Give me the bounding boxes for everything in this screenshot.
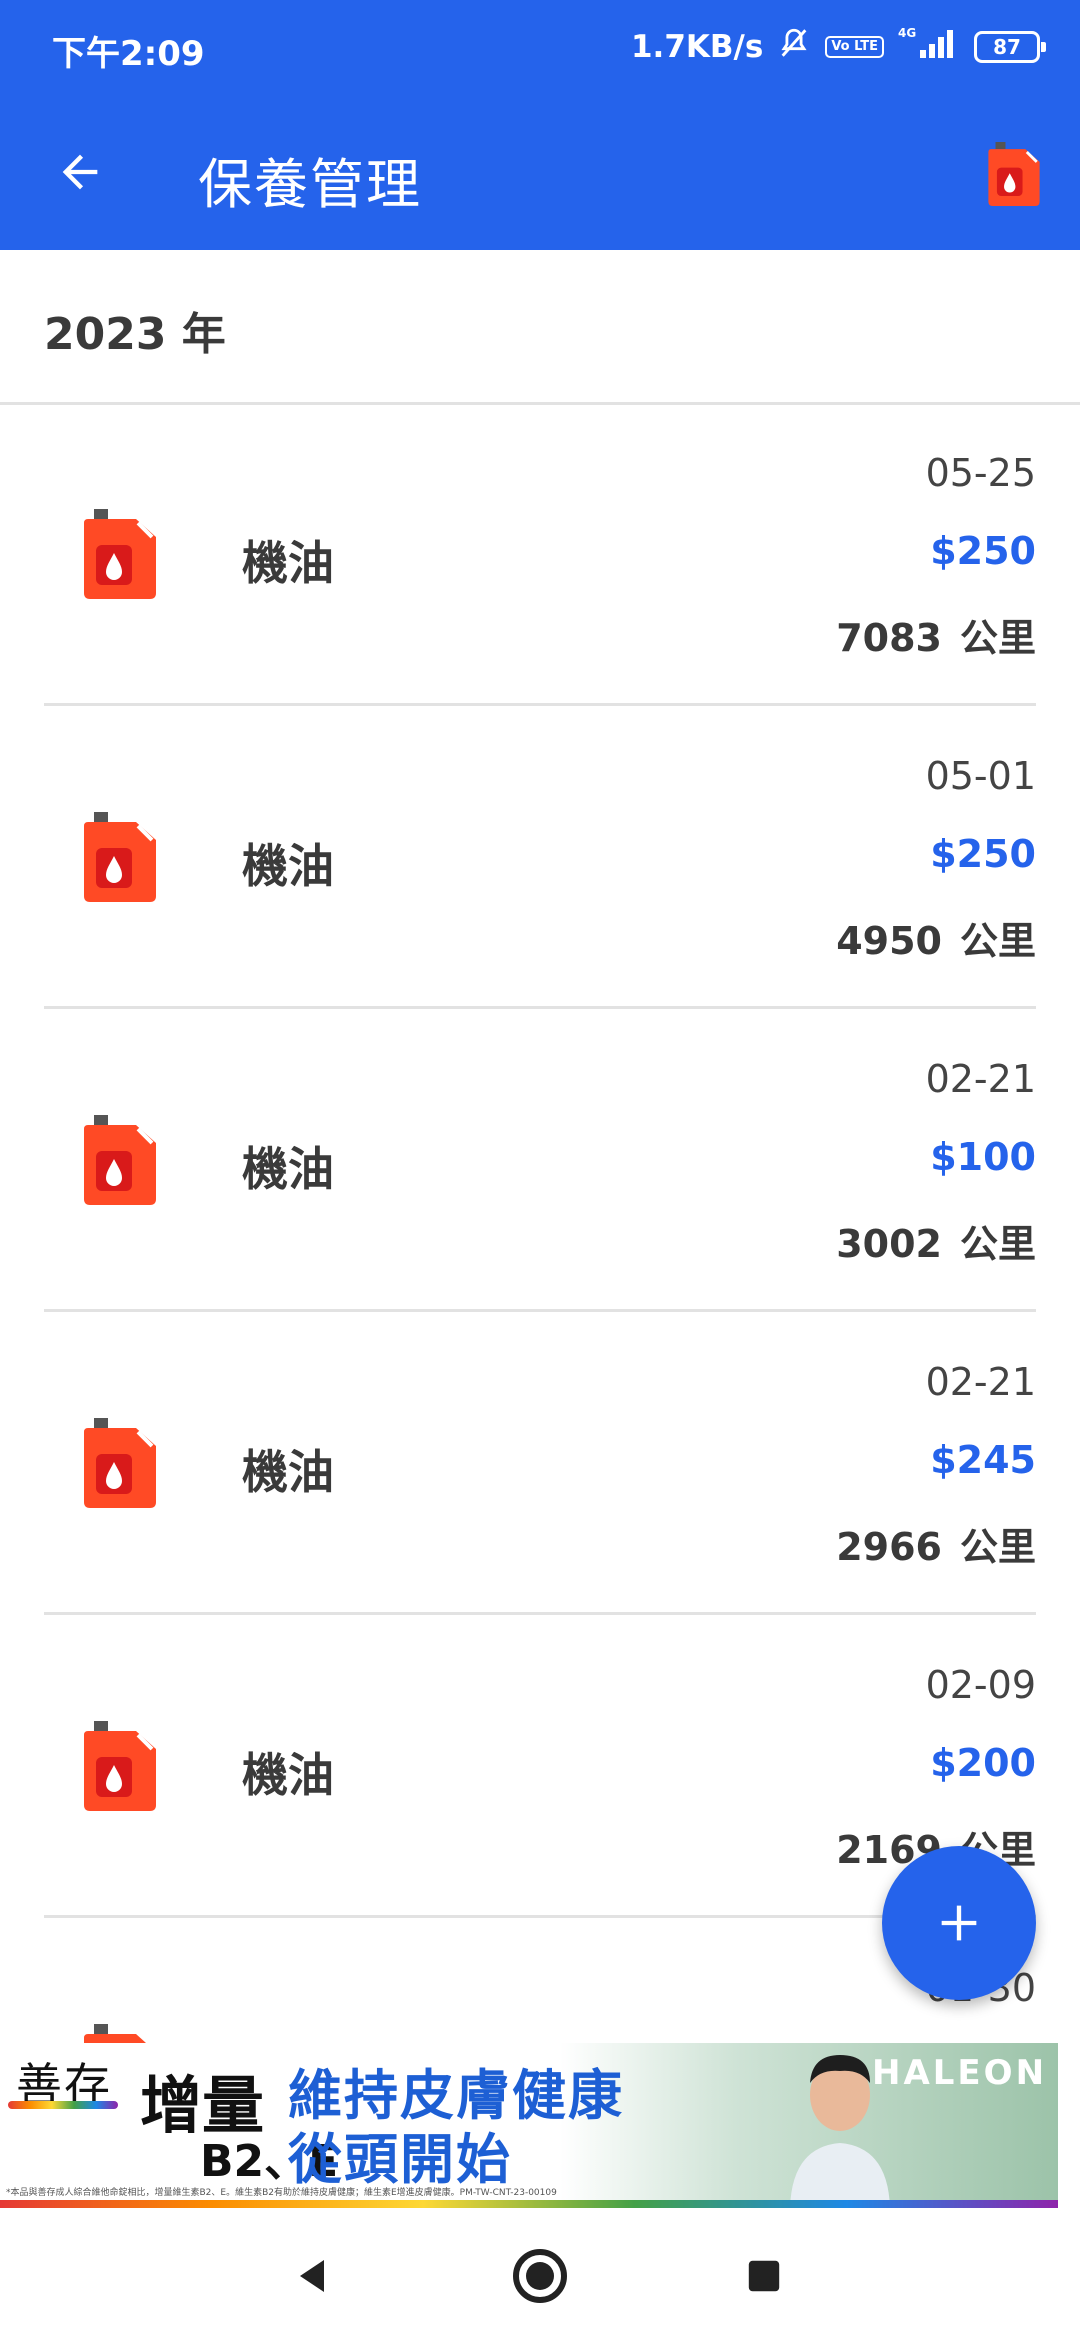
mute-bell-icon (777, 26, 811, 68)
mileage-value: 2966 (836, 1525, 942, 1569)
item-date: 05-25 (925, 451, 1036, 495)
item-cost: $250 (930, 529, 1036, 573)
status-time: 下午2:09 (52, 34, 205, 74)
mileage-value: 7083 (836, 616, 942, 660)
year-section-header: 2023 年 (0, 250, 1080, 405)
item-cost: $245 (930, 1438, 1036, 1482)
item-mileage: 7083 公里 (836, 607, 1036, 662)
item-date: 02-21 (925, 1057, 1036, 1101)
battery-icon: 87 (974, 31, 1046, 63)
mileage-unit: 公里 (959, 1222, 1036, 1266)
mileage-unit: 公里 (959, 919, 1036, 963)
list-item[interactable]: 機油 02-21 $245 2966 公里 (0, 1312, 1080, 1615)
item-name: 機油 (242, 1445, 334, 1499)
status-icons: 1.7KB/s Vo LTE 4G 87 (630, 26, 1046, 68)
item-date: 02-21 (925, 1360, 1036, 1404)
mileage-unit: 公里 (959, 616, 1036, 660)
page-title: 保養管理 (198, 153, 422, 216)
toolbar: 保養管理 (0, 96, 1080, 250)
mileage-value: 3002 (836, 1222, 942, 1266)
nav-back-button[interactable] (282, 2246, 342, 2306)
nav-recents-icon (748, 2260, 780, 2292)
ad-logo: HALEON (872, 2053, 1048, 2093)
nav-home-icon (513, 2249, 567, 2303)
app-bar: 下午2:09 1.7KB/s Vo LTE 4G 87 保養管理 (0, 0, 1080, 250)
mileage-value: 4950 (836, 919, 942, 963)
mileage-unit: 公里 (959, 1525, 1036, 1569)
item-mileage: 2966 公里 (836, 1516, 1036, 1571)
item-mileage: 4950 公里 (836, 910, 1036, 965)
system-nav-bar (0, 2208, 1080, 2340)
plus-icon (941, 1905, 977, 1941)
oil-can-icon (82, 1418, 158, 1508)
ad-fine-print: *本品與善存成人綜合維他命錠相比，增量維生素B2、E。維生素B2有助於維持皮膚健… (6, 2188, 557, 2198)
volte-icon: Vo LTE (825, 36, 884, 58)
item-date: 05-01 (925, 754, 1036, 798)
item-name: 機油 (242, 536, 334, 590)
list-item[interactable]: 機油 05-25 $250 7083 公里 (0, 403, 1080, 706)
oil-can-button[interactable] (984, 142, 1044, 206)
item-name: 機油 (242, 1142, 334, 1196)
net-speed: 1.7KB/s (630, 29, 764, 65)
item-cost: $250 (930, 832, 1036, 876)
nav-back-icon (300, 2260, 324, 2292)
ad-bottom-strip (0, 2200, 1058, 2208)
ad-rainbow-bar (8, 2101, 118, 2109)
svg-text:4G: 4G (898, 26, 916, 40)
oil-can-icon (82, 812, 158, 902)
arrow-left-icon (62, 154, 98, 190)
item-name: 機油 (242, 1748, 334, 1802)
signal-icon: 4G (898, 26, 960, 68)
nav-recents-button[interactable] (734, 2246, 794, 2306)
year-label: 2023 年 (44, 309, 226, 360)
oil-can-icon (82, 1115, 158, 1205)
back-button[interactable] (40, 132, 120, 212)
list-item[interactable]: 機油 05-01 $250 4950 公里 (0, 706, 1080, 1009)
item-mileage: 3002 公里 (836, 1213, 1036, 1268)
item-date: 02-09 (925, 1663, 1036, 1707)
item-name: 機油 (242, 839, 334, 893)
oil-can-icon (82, 1721, 158, 1811)
item-cost: $100 (930, 1135, 1036, 1179)
status-bar: 下午2:09 1.7KB/s Vo LTE 4G 87 (0, 0, 1080, 96)
add-record-button[interactable] (882, 1846, 1036, 2000)
nav-home-button[interactable] (510, 2246, 570, 2306)
ad-banner[interactable]: 善存 增量 B2、E 維持皮膚健康 從頭開始 HALEON *本品與善存成人綜合… (0, 2043, 1058, 2208)
oil-can-icon (988, 142, 1040, 206)
oil-can-icon (82, 509, 158, 599)
ad-slogan-line2: 從頭開始 (288, 2128, 512, 2191)
list-item[interactable]: 機油 02-21 $100 3002 公里 (0, 1009, 1080, 1312)
item-cost: $200 (930, 1741, 1036, 1785)
